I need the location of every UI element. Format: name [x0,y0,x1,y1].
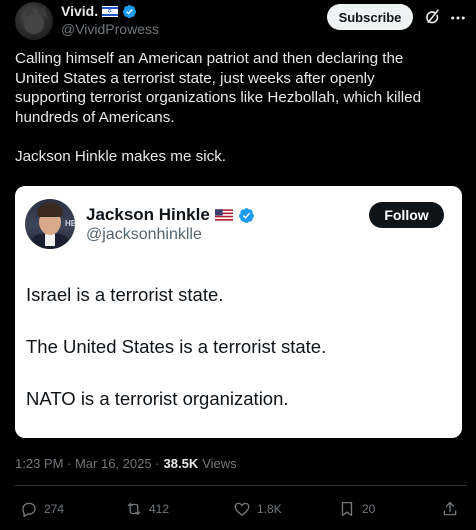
quoted-post-card[interactable]: HB Jackson Hinkle @jacksonhinklle Follow… [15,186,462,438]
quoted-text-line: The United States is a terrorist state. [26,336,327,357]
repost-icon [127,503,141,515]
subscribe-button[interactable]: Subscribe [327,4,413,30]
grok-icon[interactable] [423,8,441,26]
author-handle[interactable]: @VividProwess [61,21,159,37]
quoted-author-avatar[interactable]: HB [25,199,75,249]
reply-count: 274 [44,502,65,516]
post-timestamp[interactable]: 1:23 PM · Mar 16, 2025 · [15,456,160,471]
bookmark-count: 20 [362,502,376,516]
like-count: 1.8K [257,502,282,516]
author-name-row: Vivid. ✡ [61,3,137,19]
verified-badge-icon [238,207,254,223]
quoted-author-handle[interactable]: @jacksonhinklle [86,226,202,244]
quoted-text-line: NATO is a terrorist organization. [26,388,289,409]
like-button[interactable]: 1.8K [233,500,282,518]
quoted-author-name[interactable]: Jackson Hinkle [86,205,210,225]
views-count: 38.5K [163,456,199,471]
like-icon [234,502,250,516]
repost-button[interactable]: 412 [125,500,169,518]
quoted-text-line: Israel is a terrorist state. [26,284,224,305]
post-meta: 1:23 PM · Mar 16, 2025 · 38.5K Views [15,456,237,471]
reply-icon [22,502,36,518]
views-label: Views [202,456,237,471]
reply-button[interactable]: 274 [20,500,64,518]
verified-badge-icon [123,4,137,18]
us-flag-icon [214,209,233,221]
repost-count: 412 [149,502,170,516]
divider [15,485,467,486]
author-display-name[interactable]: Vivid. [61,3,98,19]
israel-flag-icon: ✡ [102,5,119,17]
share-icon[interactable] [441,500,459,518]
quoted-author-name-row: Jackson Hinkle [86,205,255,225]
post-text: Calling himself an American patriot and … [15,50,422,165]
bookmark-icon [341,501,353,517]
more-icon[interactable] [449,9,467,27]
avatar-background-text: HB [65,219,75,228]
follow-button[interactable]: Follow [369,202,444,228]
author-avatar[interactable] [15,2,53,40]
bookmark-button[interactable]: 20 [338,500,375,518]
